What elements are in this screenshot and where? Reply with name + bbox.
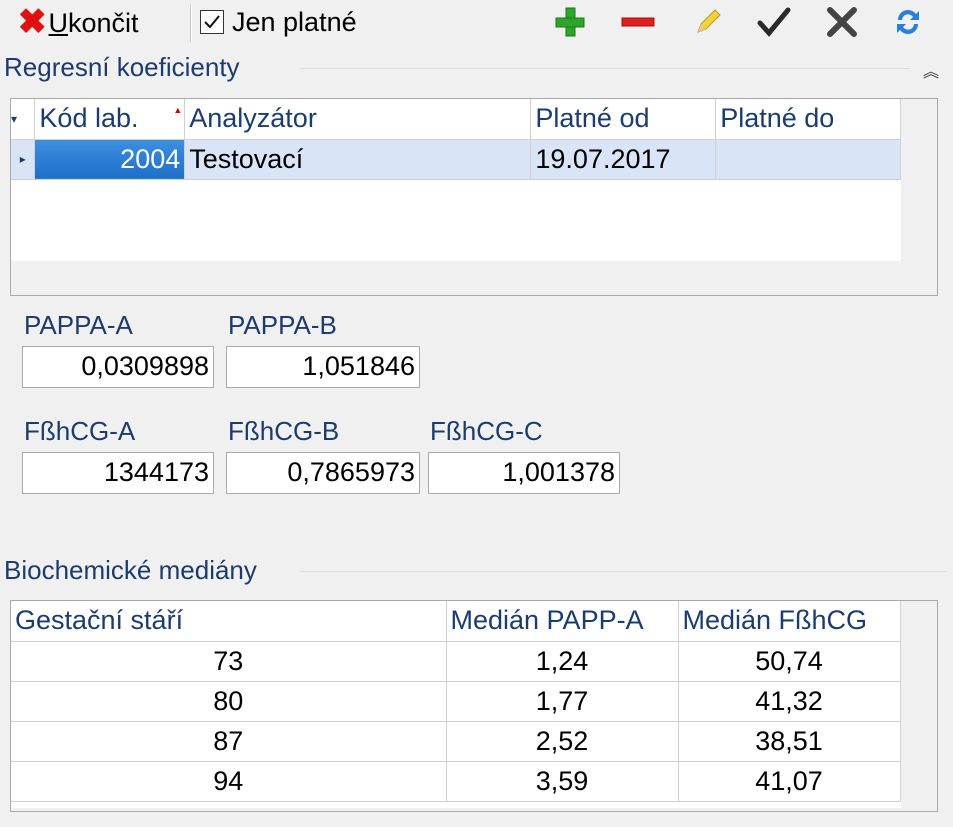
- toolbar-separator: [190, 4, 192, 42]
- section-divider: [300, 571, 946, 572]
- table-row[interactable]: ▸ 2004 Testovací 19.07.2017: [11, 139, 901, 180]
- medians-table: Gestační stáří Medián PAPP-A Medián FßhC…: [11, 601, 901, 802]
- table-row[interactable]: 87 2,52 38,51: [11, 721, 901, 762]
- medians-section-title: Biochemické mediány: [4, 555, 257, 585]
- table-header-row: ▾ Kód lab. ▲ Analyzátor Platné od Platné…: [11, 99, 901, 140]
- pappa-a-label: PAPPA-A: [24, 310, 133, 340]
- fbhcg-c-field[interactable]: 1,001378: [428, 452, 620, 494]
- cell-median-fbhcg[interactable]: 41,07: [678, 761, 901, 802]
- medians-grid[interactable]: Gestační stáří Medián PAPP-A Medián FßhC…: [10, 600, 938, 812]
- row-indicator-icon: ▸: [11, 139, 36, 180]
- cell-gestacni-stari[interactable]: 73: [11, 641, 447, 682]
- toolbar: ✖ Ukončit Jen platné: [0, 0, 953, 44]
- cell-platne-od[interactable]: 19.07.2017: [530, 139, 717, 180]
- column-header-median-pappa[interactable]: Medián PAPP-A: [446, 601, 679, 642]
- fbhcg-b-field[interactable]: 0,7865973: [226, 452, 420, 494]
- column-chooser-icon[interactable]: ▾: [11, 99, 36, 140]
- collapse-icon[interactable]: ︽: [923, 58, 939, 82]
- cell-median-pappa[interactable]: 1,24: [446, 641, 679, 682]
- cell-median-fbhcg[interactable]: 50,74: [678, 641, 901, 682]
- fbhcg-b-label: FßhCG-B: [228, 416, 340, 446]
- refresh-icon: [897, 10, 919, 35]
- column-header-kod[interactable]: Kód lab. ▲: [34, 99, 186, 140]
- table-row[interactable]: 80 1,77 41,32: [11, 681, 901, 722]
- column-header-platne-do[interactable]: Platné do: [715, 99, 901, 140]
- exit-button-label: Ukončit: [48, 7, 139, 38]
- cell-analyzator[interactable]: Testovací: [184, 139, 532, 180]
- fbhcg-a-label: FßhCG-A: [24, 416, 136, 446]
- remove-icon: [621, 17, 655, 27]
- confirm-button[interactable]: [756, 4, 792, 40]
- cell-median-pappa[interactable]: 2,52: [446, 721, 679, 762]
- cell-gestacni-stari[interactable]: 87: [11, 721, 447, 762]
- checkmark-icon: [757, 7, 791, 37]
- column-header-median-fbhcg[interactable]: Medián FßhCG: [678, 601, 901, 642]
- column-header-platne-od[interactable]: Platné od: [530, 99, 717, 140]
- cell-median-fbhcg[interactable]: 38,51: [678, 721, 901, 762]
- cell-gestacni-stari[interactable]: 80: [11, 681, 447, 722]
- column-header-analyzator[interactable]: Analyzátor: [184, 99, 532, 140]
- cancel-icon: [827, 7, 857, 37]
- cell-median-fbhcg[interactable]: 41,32: [678, 681, 901, 722]
- edit-button[interactable]: [690, 4, 726, 40]
- cell-median-pappa[interactable]: 1,77: [446, 681, 679, 722]
- regression-table: ▾ Kód lab. ▲ Analyzátor Platné od Platné…: [11, 99, 901, 180]
- edit-icon: [697, 9, 721, 33]
- sort-asc-icon: ▲: [173, 105, 183, 115]
- cell-gestacni-stari[interactable]: 94: [11, 761, 447, 802]
- fbhcg-c-label: FßhCG-C: [430, 416, 543, 446]
- add-button[interactable]: [552, 4, 588, 40]
- regression-section-title: Regresní koeficienty: [4, 52, 240, 82]
- only-valid-label: Jen platné: [232, 6, 357, 37]
- fbhcg-a-field[interactable]: 1344173: [22, 452, 214, 494]
- section-divider: [300, 68, 910, 69]
- cell-kod[interactable]: 2004: [34, 139, 186, 180]
- pappa-b-label: PAPPA-B: [228, 310, 337, 340]
- regression-grid[interactable]: ▾ Kód lab. ▲ Analyzátor Platné od Platné…: [10, 98, 938, 296]
- column-header-gestacni-stari[interactable]: Gestační stáří: [11, 601, 447, 642]
- checkbox-box[interactable]: [200, 10, 224, 34]
- close-icon: ✖: [18, 3, 47, 41]
- only-valid-checkbox[interactable]: Jen platné: [200, 6, 357, 38]
- cancel-button[interactable]: [824, 4, 860, 40]
- pappa-b-field[interactable]: 1,051846: [226, 346, 420, 388]
- cell-platne-do[interactable]: [715, 139, 901, 180]
- add-icon: [555, 7, 585, 37]
- remove-button[interactable]: [620, 4, 656, 40]
- table-row[interactable]: 73 1,24 50,74: [11, 641, 901, 682]
- pappa-a-field[interactable]: 0,0309898: [22, 346, 214, 388]
- cell-median-pappa[interactable]: 3,59: [446, 761, 679, 802]
- table-header-row: Gestační stáří Medián PAPP-A Medián FßhC…: [11, 601, 901, 642]
- table-row[interactable]: 94 3,59 41,07: [11, 761, 901, 802]
- refresh-button[interactable]: [890, 4, 926, 40]
- exit-button[interactable]: ✖ Ukončit: [18, 4, 139, 40]
